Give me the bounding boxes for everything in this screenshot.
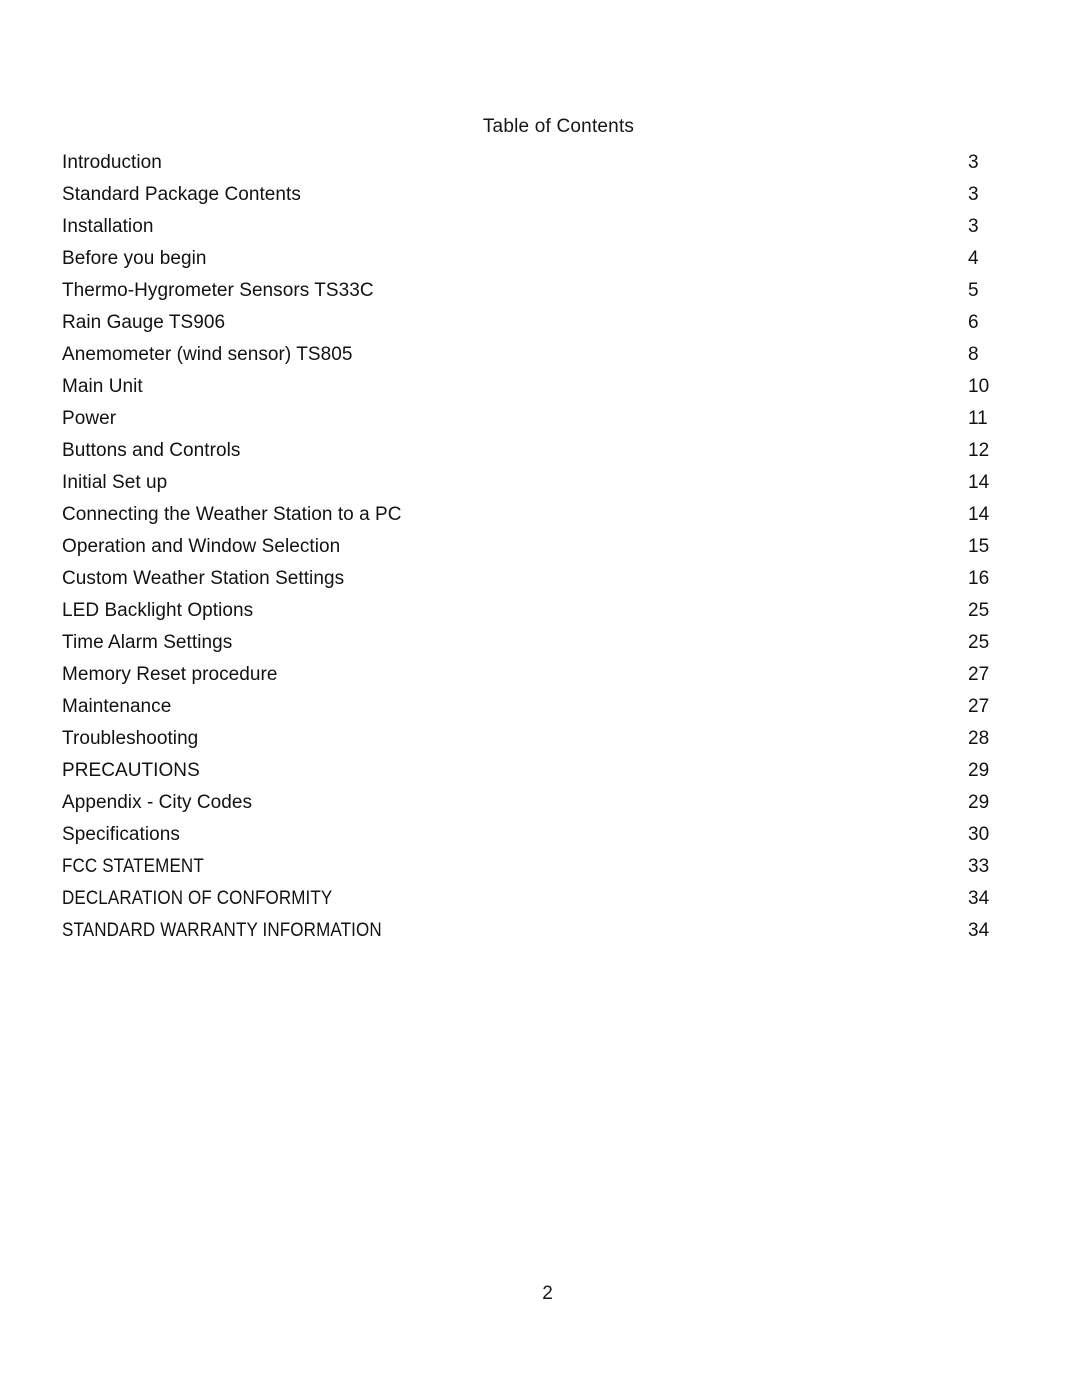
table-of-contents-list: Introduction 3 Standard Package Contents 3 I…	[62, 147, 992, 947]
toc-entry-page-number: 28	[968, 728, 990, 749]
toc-entry-page-number: 25	[968, 632, 990, 653]
toc-entry-page-number: 10	[968, 376, 990, 397]
toc-entry-page-number: 14	[968, 504, 990, 525]
toc-entry[interactable]: Main Unit 10	[62, 371, 992, 403]
toc-entry-page-number: 8	[968, 344, 979, 365]
toc-entry-title: STANDARD WARRANTY INFORMATION	[62, 920, 382, 941]
toc-entry-title: Buttons and Controls	[62, 440, 241, 461]
toc-entry[interactable]: Time Alarm Settings 25	[62, 627, 992, 659]
toc-entry-title: Connecting the Weather Station to a PC	[62, 504, 402, 525]
toc-entry-page-number: 12	[968, 440, 990, 461]
toc-entry-title: Troubleshooting	[62, 728, 199, 749]
toc-entry-page-number: 29	[968, 792, 990, 813]
toc-entry-page-number: 11	[968, 408, 988, 429]
toc-entry-title: PRECAUTIONS	[62, 760, 200, 781]
toc-entry-page-number: 3	[968, 152, 979, 173]
toc-entry-page-number: 33	[968, 856, 990, 877]
toc-entry-title: Operation and Window Selection	[62, 536, 341, 557]
toc-entry-title: Maintenance	[62, 696, 172, 717]
toc-entry-title: Before you begin	[62, 248, 207, 269]
toc-entry-page-number: 34	[968, 888, 990, 909]
toc-entry-title: DECLARATION OF CONFORMITY	[62, 888, 333, 909]
toc-entry-title: Specifications	[62, 824, 180, 845]
toc-entry-title: FCC STATEMENT	[62, 856, 204, 877]
toc-entry-title: Memory Reset procedure	[62, 664, 278, 685]
toc-entry-page-number: 27	[968, 696, 990, 717]
document-page: Table of Contents Introduction 3 Standard …	[0, 0, 1080, 1397]
toc-entry[interactable]: Installation 3	[62, 211, 992, 243]
toc-entry-page-number: 3	[968, 216, 979, 237]
toc-entry-page-number: 25	[968, 600, 990, 621]
toc-entry-title: Main Unit	[62, 376, 143, 397]
toc-entry[interactable]: Appendix - City Codes 29	[62, 787, 992, 819]
toc-entry-title: Initial Set up	[62, 472, 168, 493]
toc-entry-title: Anemometer (wind sensor) TS805	[62, 344, 353, 365]
toc-entry[interactable]: LED Backlight Options 25	[62, 595, 992, 627]
toc-entry[interactable]: Buttons and Controls 12	[62, 435, 992, 467]
toc-entry-page-number: 27	[968, 664, 990, 685]
toc-entry-title: Appendix - City Codes	[62, 792, 253, 813]
toc-entry[interactable]: Before you begin 4	[62, 243, 992, 275]
toc-entry-title: Thermo-Hygrometer Sensors TS33C	[62, 280, 374, 301]
toc-entry[interactable]: Maintenance 27	[62, 691, 992, 723]
toc-entry[interactable]: Connecting the Weather Station to a PC 14	[62, 499, 992, 531]
toc-entry[interactable]: Troubleshooting 28	[62, 723, 992, 755]
toc-entry-title: Custom Weather Station Settings	[62, 568, 345, 589]
page-number-footer: 2	[542, 1283, 553, 1304]
toc-entry-page-number: 30	[968, 824, 990, 845]
toc-entry-page-number: 14	[968, 472, 990, 493]
toc-entry[interactable]: DECLARATION OF CONFORMITY 34	[62, 883, 992, 915]
toc-entry-title: Installation	[62, 216, 154, 237]
toc-entry-title: Standard Package Contents	[62, 184, 301, 205]
toc-entry[interactable]: STANDARD WARRANTY INFORMATION 34	[62, 915, 992, 947]
toc-entry-title: Introduction	[62, 152, 162, 173]
toc-entry[interactable]: Memory Reset procedure 27	[62, 659, 992, 691]
toc-entry[interactable]: Initial Set up 14	[62, 467, 992, 499]
toc-entry[interactable]: Operation and Window Selection 15	[62, 531, 992, 563]
toc-entry-title: LED Backlight Options	[62, 600, 254, 621]
toc-entry[interactable]: FCC STATEMENT 33	[62, 851, 992, 883]
toc-entry[interactable]: PRECAUTIONS 29	[62, 755, 992, 787]
toc-entry-page-number: 6	[968, 312, 979, 333]
toc-entry-title: Rain Gauge TS906	[62, 312, 226, 333]
toc-entry-page-number: 5	[968, 280, 979, 301]
toc-entry[interactable]: Custom Weather Station Settings 16	[62, 563, 992, 595]
toc-entry[interactable]: Anemometer (wind sensor) TS805 8	[62, 339, 992, 371]
toc-entry[interactable]: Standard Package Contents 3	[62, 179, 992, 211]
toc-entry[interactable]: Power 11	[62, 403, 992, 435]
toc-entry-page-number: 29	[968, 760, 990, 781]
toc-entry[interactable]: Thermo-Hygrometer Sensors TS33C 5	[62, 275, 992, 307]
toc-entry[interactable]: Introduction 3	[62, 147, 992, 179]
page-title: Table of Contents	[482, 116, 635, 137]
toc-entry-page-number: 15	[968, 536, 990, 557]
toc-entry[interactable]: Specifications 30	[62, 819, 992, 851]
toc-entry-title: Power	[62, 408, 117, 429]
toc-entry[interactable]: Rain Gauge TS906 6	[62, 307, 992, 339]
toc-entry-title: Time Alarm Settings	[62, 632, 233, 653]
toc-entry-page-number: 4	[968, 248, 979, 269]
toc-entry-page-number: 3	[968, 184, 979, 205]
toc-entry-page-number: 16	[968, 568, 990, 589]
toc-entry-page-number: 34	[968, 920, 990, 941]
